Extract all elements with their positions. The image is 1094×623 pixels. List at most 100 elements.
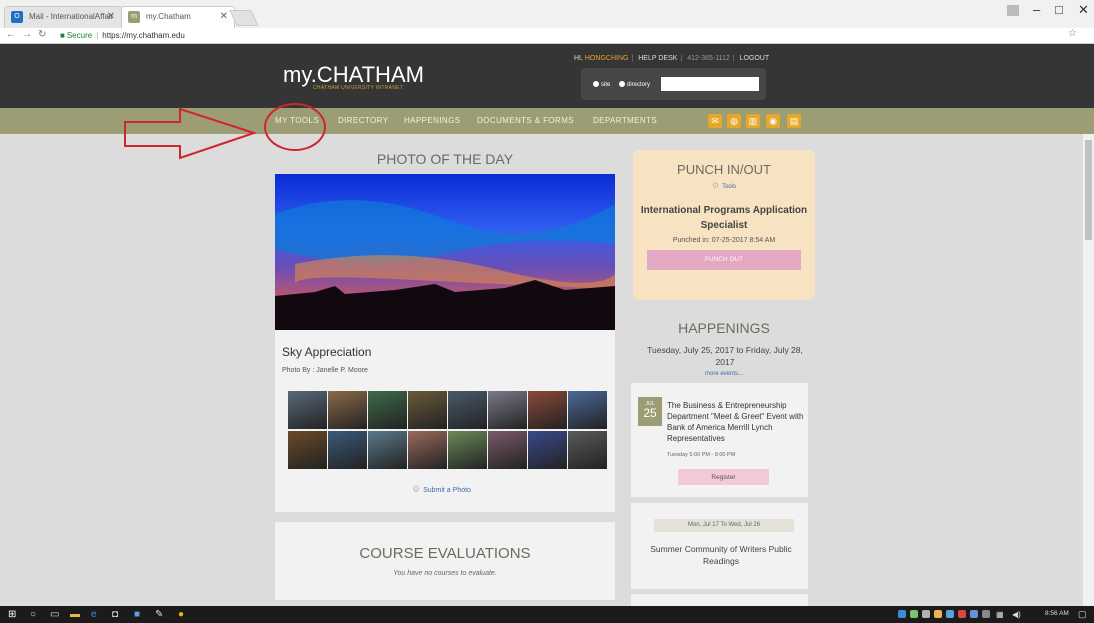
tray-app-icon[interactable] [982, 610, 990, 618]
mail-icon[interactable]: ✉ [708, 114, 722, 128]
register-button[interactable]: Register [678, 469, 769, 485]
volume-icon[interactable]: ◀) [1012, 610, 1021, 619]
photo-thumbnail[interactable] [488, 431, 527, 469]
notifications-icon[interactable]: ▢ [1078, 609, 1087, 620]
happenings-title: HAPPENINGS [678, 320, 770, 336]
chatham-icon: m [128, 11, 140, 23]
calendar-icon[interactable]: ▤ [787, 114, 801, 128]
photo-thumbnail[interactable] [328, 391, 367, 429]
nav-documents-forms[interactable]: DOCUMENTS & FORMS [477, 116, 574, 125]
windows-start-icon[interactable]: ⊞ [8, 609, 16, 620]
minimize-icon[interactable]: – [1033, 2, 1040, 17]
event-day: 25 [643, 406, 657, 420]
close-icon[interactable]: ✕ [107, 11, 115, 22]
username: HONGCHING [584, 55, 629, 62]
file-explorer-icon[interactable]: ▬ [70, 609, 80, 620]
url-field[interactable]: ■ Secure | https://my.chatham.edu [60, 29, 1090, 42]
outlook-taskbar-icon[interactable]: ■ [134, 609, 140, 620]
search-option-directory[interactable]: directory [619, 81, 650, 88]
chrome-taskbar-icon[interactable]: ● [178, 609, 184, 620]
photo-thumbnail[interactable] [488, 391, 527, 429]
tab-label: Mail - InternationalAffair [29, 12, 114, 21]
annotation-circle [264, 103, 326, 151]
tray-app-icon[interactable] [970, 610, 978, 618]
tray-app-icon[interactable] [898, 610, 906, 618]
tray-app-icon[interactable] [958, 610, 966, 618]
happenings-date-range: Tuesday, July 25, 2017 to Friday, July 2… [647, 345, 803, 367]
tray-app-icon[interactable] [946, 610, 954, 618]
photo-thumbnail[interactable] [288, 391, 327, 429]
site-header: my.CHATHAM CHATHAM UNIVERSITY INTRANET H… [0, 44, 1094, 108]
tab-mail[interactable]: O Mail - InternationalAffair ✕ [4, 6, 122, 28]
gear-icon: ⚙ [711, 181, 720, 190]
punch-title: PUNCH IN/OUT [677, 162, 771, 177]
window-close-icon[interactable]: ✕ [1078, 2, 1089, 18]
course-evaluations-message: You have no courses to evaluate. [393, 570, 497, 577]
task-view-icon[interactable]: ▭ [50, 609, 59, 620]
cortana-icon[interactable]: ○ [30, 609, 36, 620]
event-date-badge: JUL 25 [638, 397, 662, 426]
photo-thumbnail[interactable] [328, 431, 367, 469]
event-date-range: Mon, Jul 17 To Wed, Jul 26 [654, 519, 794, 532]
punch-out-button[interactable]: PUNCH OUT [647, 250, 801, 270]
photo-thumbnail[interactable] [368, 391, 407, 429]
help-desk-link[interactable]: HELP DESK [638, 55, 677, 62]
photo-thumbnail[interactable] [408, 431, 447, 469]
clock[interactable]: 8:56 AM [1045, 610, 1069, 617]
phone-number: 412-365-1112 [687, 55, 730, 62]
profile-icon[interactable] [1007, 5, 1019, 16]
photo-thumbnail[interactable] [568, 391, 607, 429]
back-icon[interactable]: ← [6, 29, 16, 40]
forward-icon[interactable]: → [22, 29, 32, 40]
search-panel: site directory [581, 68, 766, 100]
more-events-link[interactable]: more events... [633, 371, 815, 377]
photo-thumbnail[interactable] [528, 431, 567, 469]
tray-app-icon[interactable] [910, 610, 918, 618]
scrollbar-thumb[interactable] [1085, 140, 1092, 240]
tab-mychatham[interactable]: m my.Chatham ✕ [121, 6, 235, 28]
search-input[interactable] [661, 77, 759, 91]
maximize-icon[interactable]: □ [1055, 2, 1063, 17]
outlook-icon: O [11, 11, 23, 23]
course-evaluations-title: COURSE EVALUATIONS [359, 545, 531, 562]
photo-of-the-day-image[interactable] [275, 174, 615, 330]
close-icon[interactable]: ✕ [220, 11, 228, 22]
secure-label: Secure [66, 31, 93, 40]
nav-happenings[interactable]: HAPPENINGS [404, 116, 460, 125]
submit-photo-link[interactable]: ⚙ Submit a Photo [412, 484, 471, 495]
help-icon[interactable]: ◉ [766, 114, 780, 128]
lock-icon: ■ [60, 31, 65, 40]
edge-icon[interactable]: e [91, 609, 97, 620]
punch-tools-link[interactable]: ⚙ Tools [633, 181, 815, 190]
photo-thumbnail[interactable] [288, 431, 327, 469]
photo-thumbnail[interactable] [448, 391, 487, 429]
chart-icon[interactable]: ▥ [746, 114, 760, 128]
photo-caption: Sky Appreciation [282, 345, 372, 359]
tab-label: my.Chatham [146, 12, 191, 21]
event-title-link[interactable]: Summer Community of Writers Public Readi… [641, 543, 801, 567]
reload-icon[interactable]: ↻ [38, 29, 46, 40]
logout-link[interactable]: LOGOUT [740, 55, 770, 62]
photo-credit: Photo By : Janelle P. Moore [282, 367, 368, 374]
tray-app-icon[interactable] [934, 610, 942, 618]
photo-thumbnail[interactable] [408, 391, 447, 429]
greeting: HI, [574, 55, 583, 62]
radio-icon [619, 81, 625, 87]
bookmark-star-icon[interactable]: ☆ [1068, 28, 1077, 39]
photo-thumbnail[interactable] [368, 431, 407, 469]
event-title-link[interactable]: The Business & Entrepreneurship Departme… [667, 400, 805, 444]
photo-thumbnail[interactable] [568, 431, 607, 469]
event-time: Tuesday 5:00 PM - 8:00 PM [667, 452, 736, 458]
photo-of-the-day-title: PHOTO OF THE DAY [376, 151, 514, 167]
photo-thumbnail[interactable] [448, 431, 487, 469]
store-icon[interactable]: ◘ [112, 609, 118, 620]
nav-departments[interactable]: DEPARTMENTS [593, 116, 657, 125]
url-text: https://my.chatham.edu [102, 31, 185, 40]
paint-icon[interactable]: ✎ [155, 609, 163, 620]
photo-thumbnail[interactable] [528, 391, 567, 429]
nav-directory[interactable]: DIRECTORY [338, 116, 388, 125]
globe-icon[interactable]: ◍ [727, 114, 741, 128]
tray-app-icon[interactable] [922, 610, 930, 618]
network-icon[interactable]: ▦ [996, 610, 1004, 619]
search-option-site[interactable]: site [593, 81, 610, 88]
